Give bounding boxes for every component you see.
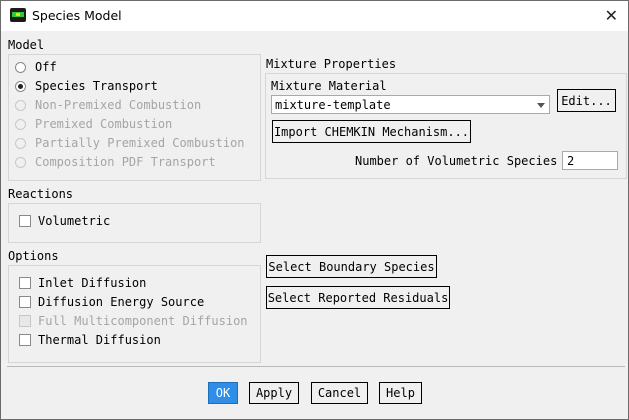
reactions-section-label: Reactions [8, 187, 74, 201]
close-icon[interactable]: ✕ [605, 6, 618, 25]
checkbox-thermal-diffusion[interactable] [19, 334, 31, 346]
radio-composition-pdf-transport-label: Composition PDF Transport [35, 155, 216, 169]
checkbox-thermal-diffusion-label: Thermal Diffusion [38, 333, 161, 347]
mixture-material-dropdown[interactable]: mixture-template [271, 95, 550, 114]
help-button[interactable]: Help [379, 382, 422, 404]
model-section-label: Model [8, 38, 45, 52]
window-title: Species Model [32, 8, 122, 23]
select-boundary-species-button[interactable]: Select Boundary Species [266, 255, 437, 278]
checkbox-full-multicomponent-diffusion [19, 315, 31, 327]
radio-partially-premixed-combustion-label: Partially Premixed Combustion [35, 136, 245, 150]
mixture-material-label: Mixture Material [271, 79, 387, 93]
checkbox-volumetric[interactable] [19, 215, 31, 227]
apply-button[interactable]: Apply [249, 382, 299, 404]
species-model-dialog: Species Model ✕ Model Off Species Transp… [0, 0, 629, 420]
volumetric-species-label: Number of Volumetric Species [355, 154, 558, 168]
chevron-down-icon [537, 103, 545, 108]
radio-species-transport-label: Species Transport [35, 79, 158, 93]
radio-species-transport[interactable] [15, 81, 26, 92]
mixture-properties-label: Mixture Properties [266, 57, 397, 71]
radio-premixed-combustion [15, 119, 26, 130]
radio-off[interactable] [15, 62, 26, 73]
edit-mixture-button[interactable]: Edit... [557, 89, 616, 112]
app-icon [10, 8, 26, 22]
checkbox-diffusion-energy-source-label: Diffusion Energy Source [38, 295, 205, 309]
title-bar: Species Model ✕ [1, 1, 628, 31]
radio-non-premixed-combustion [15, 100, 26, 111]
checkbox-full-multicomponent-diffusion-label: Full Multicomponent Diffusion [38, 314, 248, 328]
radio-non-premixed-combustion-label: Non-Premixed Combustion [35, 98, 202, 112]
radio-partially-premixed-combustion [15, 138, 26, 149]
checkbox-inlet-diffusion-label: Inlet Diffusion [38, 276, 147, 290]
radio-off-label: Off [35, 60, 57, 74]
volumetric-species-input[interactable] [562, 151, 618, 170]
checkbox-volumetric-label: Volumetric [38, 214, 111, 228]
radio-composition-pdf-transport [15, 157, 26, 168]
checkbox-inlet-diffusion[interactable] [19, 277, 31, 289]
import-chemkin-button[interactable]: Import CHEMKIN Mechanism... [272, 120, 471, 143]
ok-button[interactable]: OK [208, 382, 238, 404]
checkbox-diffusion-energy-source[interactable] [19, 296, 31, 308]
select-reported-residuals-button[interactable]: Select Reported Residuals [266, 286, 450, 309]
radio-premixed-combustion-label: Premixed Combustion [35, 117, 173, 131]
footer-separator [7, 366, 625, 367]
mixture-material-value: mixture-template [275, 98, 391, 112]
cancel-button[interactable]: Cancel [311, 382, 368, 404]
options-section-label: Options [8, 249, 59, 263]
